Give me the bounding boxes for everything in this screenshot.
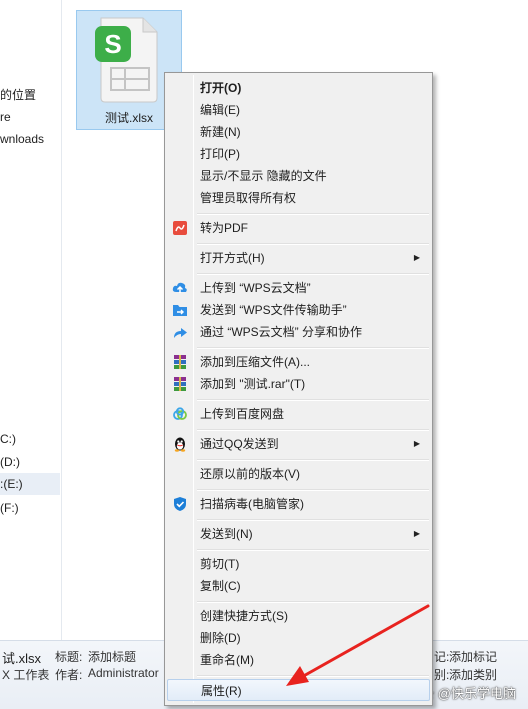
menu-item-properties[interactable]: 属性(R): [167, 679, 430, 701]
menu-item-open-with[interactable]: 打开方式(H) ▶: [167, 247, 430, 269]
shield-icon: [174, 497, 186, 511]
details-file-name: 试.xlsx: [2, 651, 42, 666]
menu-item-scan-virus[interactable]: 扫描病毒(电脑管家): [167, 493, 430, 515]
menu-item-label: 上传到 “WPS云文档”: [200, 281, 311, 295]
nav-item-drive-d[interactable]: (D:): [0, 455, 20, 469]
nav-item-drive-c[interactable]: C:): [0, 432, 16, 446]
nav-item-favorites[interactable]: re: [0, 110, 11, 124]
menu-item-label: 新建(N): [200, 125, 241, 139]
svg-text:S: S: [104, 29, 121, 59]
menu-item-send-via-qq[interactable]: 通过QQ发送到 ▶: [167, 433, 430, 455]
details-file-type: X 工作表: [2, 668, 50, 682]
details-title-label: 标题:: [55, 650, 83, 664]
menu-item-label: 打印(P): [200, 147, 240, 161]
menu-separator: [197, 347, 429, 349]
menu-separator: [197, 243, 429, 245]
menu-item-label: 显示/不显示 隐藏的文件: [200, 169, 327, 183]
winrar-icon: [174, 355, 186, 369]
menu-item-label: 发送到(N): [200, 527, 253, 541]
details-author-value[interactable]: Administrator: [88, 666, 159, 680]
menu-separator: [197, 549, 429, 551]
menu-item-label: 转为PDF: [200, 221, 249, 235]
nav-item-downloads[interactable]: wnloads: [0, 132, 44, 146]
menu-item-label: 通过 “WPS云文档” 分享和协作: [200, 325, 362, 339]
menu-separator: [197, 601, 429, 603]
menu-item-add-to-archive[interactable]: 添加到压缩文件(A)...: [167, 351, 430, 373]
menu-item-label: 重命名(M): [200, 653, 254, 667]
menu-item-cut[interactable]: 剪切(T): [167, 553, 430, 575]
menu-item-label: 打开方式(H): [200, 251, 265, 265]
baidu-netdisk-icon: [173, 407, 187, 420]
menu-item-label: 剪切(T): [200, 557, 240, 571]
navigation-pane: 的位置 re wnloads C:) (D:) :(E:) (F:): [0, 0, 62, 640]
context-menu: 打开(O) 编辑(E) 新建(N) 打印(P) 显示/不显示 隐藏的文件 管理员…: [164, 72, 433, 706]
menu-item-toggle-hidden-files[interactable]: 显示/不显示 隐藏的文件: [167, 165, 430, 187]
pdf-convert-icon: [173, 221, 187, 235]
winrar-icon: [174, 377, 186, 391]
menu-item-copy[interactable]: 复制(C): [167, 575, 430, 597]
menu-separator: [197, 399, 429, 401]
menu-item-label: 复制(C): [200, 579, 241, 593]
menu-item-rename[interactable]: 重命名(M): [167, 649, 430, 671]
menu-item-restore-previous-versions[interactable]: 还原以前的版本(V): [167, 463, 430, 485]
menu-separator: [197, 459, 429, 461]
menu-item-label: 扫描病毒(电脑管家): [200, 497, 304, 511]
details-tags-label: 记:: [434, 650, 450, 664]
menu-item-label: 上传到百度网盘: [200, 407, 285, 421]
menu-item-label: 属性(R): [201, 684, 242, 698]
menu-item-add-to-rar[interactable]: 添加到 "测试.rar"(T): [167, 373, 430, 395]
menu-item-label: 管理员取得所有权: [200, 191, 297, 205]
details-category-value[interactable]: 添加类别: [449, 666, 497, 683]
menu-item-label: 还原以前的版本(V): [200, 467, 300, 481]
cloud-upload-icon: [172, 282, 187, 293]
menu-item-print[interactable]: 打印(P): [167, 143, 430, 165]
menu-separator: [197, 675, 429, 677]
details-title-value[interactable]: 添加标题: [88, 648, 136, 665]
menu-separator: [197, 519, 429, 521]
excel-file-icon: S: [95, 17, 158, 103]
menu-separator: [197, 213, 429, 215]
menu-item-new[interactable]: 新建(N): [167, 121, 430, 143]
menu-item-label: 发送到 “WPS文件传输助手”: [200, 303, 347, 317]
menu-separator: [197, 273, 429, 275]
send-folder-icon: [173, 305, 187, 316]
submenu-arrow-icon: ▶: [413, 439, 420, 448]
menu-item-send-wps-transfer[interactable]: 发送到 “WPS文件传输助手”: [167, 299, 430, 321]
menu-item-upload-wps-cloud[interactable]: 上传到 “WPS云文档”: [167, 277, 430, 299]
menu-item-label: 添加到 "测试.rar"(T): [200, 377, 306, 391]
menu-separator: [197, 489, 429, 491]
menu-item-convert-pdf[interactable]: 转为PDF: [167, 217, 430, 239]
nav-item-recent-places[interactable]: 的位置: [0, 86, 36, 103]
menu-item-send-to[interactable]: 发送到(N) ▶: [167, 523, 430, 545]
submenu-arrow-icon: ▶: [413, 253, 420, 262]
share-arrow-icon: [174, 328, 187, 338]
menu-item-create-shortcut[interactable]: 创建快捷方式(S): [167, 605, 430, 627]
menu-item-label: 添加到压缩文件(A)...: [200, 355, 310, 369]
nav-item-drive-f[interactable]: (F:): [0, 501, 19, 515]
menu-separator: [197, 429, 429, 431]
menu-item-label: 创建快捷方式(S): [200, 609, 288, 623]
menu-item-label: 打开(O): [200, 81, 242, 95]
menu-item-label: 删除(D): [200, 631, 241, 645]
submenu-arrow-icon: ▶: [413, 529, 420, 538]
menu-item-upload-baidu[interactable]: 上传到百度网盘: [167, 403, 430, 425]
menu-item-open[interactable]: 打开(O): [167, 77, 430, 99]
menu-item-delete[interactable]: 删除(D): [167, 627, 430, 649]
details-category-label: 别:: [434, 668, 450, 682]
details-author-label: 作者:: [55, 668, 83, 682]
details-tags-value[interactable]: 添加标记: [449, 648, 497, 665]
menu-item-label: 通过QQ发送到: [200, 437, 279, 451]
menu-item-edit[interactable]: 编辑(E): [167, 99, 430, 121]
nav-item-drive-e[interactable]: :(E:): [0, 473, 60, 495]
menu-item-share-wps-cloud[interactable]: 通过 “WPS云文档” 分享和协作: [167, 321, 430, 343]
menu-item-label: 编辑(E): [200, 103, 240, 117]
menu-item-take-ownership[interactable]: 管理员取得所有权: [167, 187, 430, 209]
qq-penguin-icon: [174, 437, 186, 452]
